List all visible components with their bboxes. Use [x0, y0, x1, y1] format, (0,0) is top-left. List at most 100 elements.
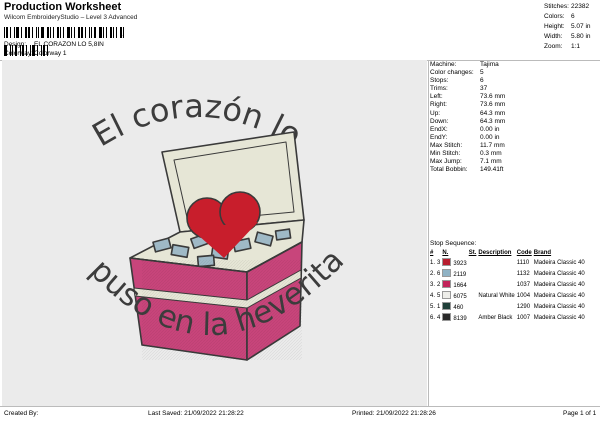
detail-row: Color changes: 5	[430, 69, 505, 77]
stitch-count: 1664	[453, 283, 467, 289]
thread-brand: Madeira Classic 40	[533, 271, 585, 277]
design-value: EL CORAZON LO 5,8IN	[34, 41, 104, 48]
last-saved: Last Saved: 21/09/2022 21:28:22	[148, 410, 244, 417]
barcode-bar	[81, 27, 83, 38]
thread-code: 1007	[516, 315, 531, 321]
stop-sequence-table: # N. St. Description Code Brand 1. 3 3923 1110 Ma…	[430, 249, 587, 324]
color-cell: 6075	[442, 291, 468, 302]
stitch-count: 6075	[453, 294, 467, 300]
color-swatch	[442, 302, 452, 310]
stat-label: Height:	[544, 23, 565, 30]
stitch-count: 3923	[453, 261, 467, 267]
stat-label: Stitches:	[544, 3, 569, 10]
stat-label: Width:	[544, 33, 563, 40]
thread-brand: Madeira Classic 40	[533, 293, 585, 299]
barcode-bar	[50, 27, 51, 38]
spacer	[469, 280, 479, 291]
barcode	[4, 27, 130, 56]
table-row: 6. 4 8139 Amber Black 1007 Madeira Classic 40	[430, 313, 587, 324]
thread-brand: Madeira Classic 40	[533, 282, 585, 288]
detail-label: Color changes:	[430, 69, 474, 77]
barcode-bar	[99, 27, 102, 38]
thread-code: 1037	[516, 282, 531, 288]
embroidery-design-preview: El corazón lo	[83, 87, 351, 361]
colorway-row: Colorway:Colorway 1	[4, 50, 67, 57]
detail-value: 64.3 mm	[480, 117, 506, 125]
stitch-count: 2119	[453, 272, 467, 278]
barcode-bar	[94, 27, 96, 38]
stop-index: 4.	[430, 293, 436, 299]
thread-code: 1290	[516, 304, 531, 310]
thread-description: Amber Black	[478, 315, 513, 321]
barcode-bar	[113, 27, 114, 38]
thread-description	[478, 302, 516, 313]
column-header: Brand	[533, 250, 552, 256]
detail-row: EndX: 0.00 in	[430, 126, 505, 134]
column-header: Description	[478, 250, 512, 256]
detail-row: Total Bobbin: 149.41ft	[430, 166, 505, 174]
thread-description: Natural White	[478, 293, 515, 299]
detail-value: 0.3 mm	[480, 150, 502, 158]
spacer	[469, 302, 479, 313]
color-cell: 8139	[442, 313, 468, 324]
stat-value: 1:1	[571, 43, 581, 50]
detail-value: 7.1 mm	[480, 158, 502, 166]
detail-value: 73.6 mm	[480, 93, 506, 101]
color-cell: 3923	[442, 258, 468, 269]
detail-row: Left: 73.6 mm	[430, 93, 505, 101]
barcode-bar	[25, 27, 27, 38]
barcode-bar	[103, 27, 104, 38]
detail-label: Up:	[430, 109, 441, 117]
column-header: St.	[468, 250, 477, 256]
detail-row: Up: 64.3 mm	[430, 110, 505, 118]
barcode-bar	[74, 27, 75, 38]
stat-label: Zoom:	[544, 43, 563, 50]
stat-zoom: Zoom: 1:1	[544, 42, 591, 52]
barcode-bar	[71, 27, 72, 38]
barcode-bar	[28, 27, 30, 38]
barcode-bar	[106, 27, 107, 38]
table-row: 2. 6 2119 1132 Madeira Classic 40	[430, 269, 587, 280]
barcode-bar	[91, 27, 92, 38]
spacer	[469, 313, 479, 324]
colorway-value: Colorway 1	[34, 50, 67, 57]
barcode-suffix: ,	[122, 28, 125, 38]
detail-label: Total Bobbin:	[430, 166, 468, 174]
spacer	[469, 269, 479, 280]
machine-details: Machine: Tajima Color changes: 5 Stops: 6 Trim…	[430, 61, 505, 174]
color-cell: 460	[442, 302, 468, 313]
divider	[0, 406, 600, 407]
color-swatch	[442, 313, 452, 321]
colorway-label: Colorway:	[4, 50, 33, 57]
detail-label: Min Stitch:	[430, 150, 461, 158]
detail-value: 6	[480, 77, 484, 85]
thread-brand: Madeira Classic 40	[533, 304, 585, 310]
color-swatch	[442, 291, 452, 299]
barcode-bar	[110, 27, 112, 38]
spacer	[469, 291, 479, 302]
thread-brand: Madeira Classic 40	[533, 315, 585, 321]
worksheet-title: Production Worksheet	[4, 1, 122, 13]
detail-row: Stops: 6	[430, 77, 505, 85]
detail-value: Tajima	[480, 61, 499, 68]
thread-description	[478, 258, 516, 269]
table-row: 4. 5 6075 Natural White 1004 Madeira Classic …	[430, 291, 587, 302]
detail-label: Right:	[430, 101, 447, 109]
barcode-bar	[16, 27, 19, 38]
table-row: 3. 2 1664 1037 Madeira Classic 40	[430, 280, 587, 291]
detail-value: 64.3 mm	[480, 109, 506, 117]
detail-value: 0.00 in	[480, 125, 500, 133]
detail-row: Max Jump: 7.1 mm	[430, 158, 505, 166]
color-cell: 1664	[442, 280, 468, 291]
barcode-bar	[36, 27, 37, 38]
stat-value: 5.07 in	[571, 23, 591, 30]
stat-label: Colors:	[544, 13, 565, 20]
barcode-bar	[32, 27, 33, 38]
stop-sequence-header: # N. St. Description Code Brand	[430, 249, 587, 258]
stop-index: 3.	[430, 282, 436, 288]
barcode-bar	[6, 27, 8, 38]
column-header: Code	[516, 250, 532, 256]
detail-row: Max Stitch: 11.7 mm	[430, 142, 505, 150]
detail-value: 5	[480, 69, 484, 77]
barcode-bar	[60, 27, 61, 38]
